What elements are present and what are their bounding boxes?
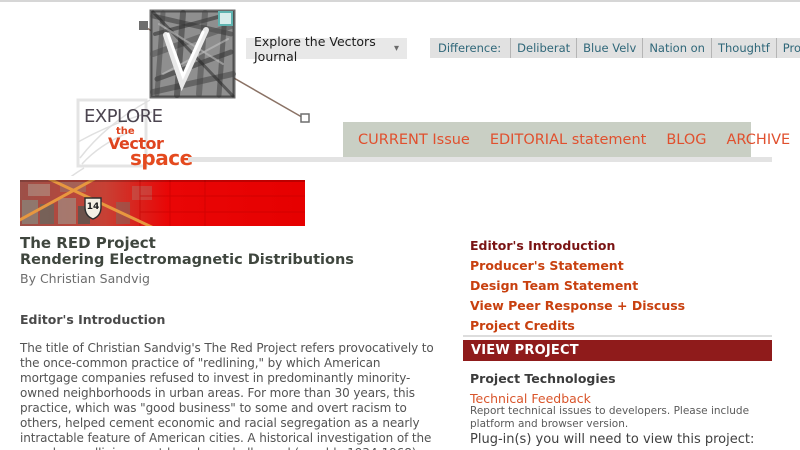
article-body: The title of Christian Sandvig's The Red… [20, 341, 434, 450]
chevron-down-icon: ▾ [393, 42, 399, 54]
project-banner-image: 14 [20, 180, 305, 226]
view-project-label: VIEW PROJECT [471, 343, 579, 358]
technical-feedback-link[interactable]: Technical Feedback [470, 391, 591, 406]
route-14-shield: 14 [84, 197, 102, 220]
sidebar-link-design-team-statement[interactable]: Design Team Statement [470, 278, 638, 293]
plugins-label: Plug-in(s) you will need to view this pr… [470, 432, 755, 447]
strip-item-difference[interactable]: Difference: [430, 38, 512, 58]
issue-projects-strip: Difference: Deliberat Blue Velv Nation o… [430, 38, 800, 58]
connector-end-square [300, 113, 310, 123]
logo-word-space: space [130, 146, 193, 170]
nav-editorial-statement[interactable]: EDITORIAL statement [490, 132, 646, 148]
vectors-logo[interactable]: EXPLORE the Vector space [63, 98, 240, 183]
article-subtitle: Rendering Electromagnetic Distributions [20, 252, 354, 268]
strip-item-project-2[interactable]: Blue Velv [577, 38, 644, 58]
nav-archive[interactable]: ARCHIVE [727, 132, 791, 148]
main-nav: CURRENT Issue EDITORIAL statement BLOG A… [343, 122, 790, 158]
nav-blog[interactable]: BLOG [666, 132, 706, 148]
section-heading: Editor's Introduction [20, 312, 166, 327]
nav-underline [188, 157, 772, 162]
sidebar-link-producers-statement[interactable]: Producer's Statement [470, 258, 624, 273]
sidebar-link-project-credits[interactable]: Project Credits [470, 318, 575, 333]
teal-corner-square [218, 11, 233, 26]
journal-dropdown-label: Explore the Vectors Journal [254, 33, 376, 64]
journal-dropdown[interactable]: Explore the Vectors Journal ▾ [246, 34, 407, 64]
sidebar-link-peer-response[interactable]: View Peer Response + Discuss [470, 298, 685, 313]
project-technologies-heading: Project Technologies [470, 371, 616, 386]
strip-item-project-5[interactable]: Programi [777, 38, 800, 58]
strip-item-project-3[interactable]: Nation on [643, 38, 712, 58]
connector-start-square [139, 21, 148, 30]
view-project-button[interactable]: VIEW PROJECT [463, 340, 772, 361]
article-byline: By Christian Sandvig [20, 271, 150, 286]
logo-word-explore: EXPLORE [84, 106, 163, 127]
article-title: The RED Project [20, 234, 156, 252]
strip-item-project-4[interactable]: Thoughtf [712, 38, 777, 58]
technical-feedback-note: Report technical issues to developers. P… [470, 405, 750, 430]
sidebar-divider [463, 335, 772, 337]
svg-text:14: 14 [87, 202, 100, 212]
page: Explore the Vectors Journal ▾ Difference… [0, 0, 800, 450]
article: The RED Project Rendering Electromagneti… [20, 234, 436, 450]
strip-item-project-1[interactable]: Deliberat [511, 38, 578, 58]
sidebar-link-editors-introduction[interactable]: Editor's Introduction [470, 238, 615, 253]
top-border-line [0, 0, 800, 2]
nav-current-issue[interactable]: CURRENT Issue [358, 132, 470, 148]
